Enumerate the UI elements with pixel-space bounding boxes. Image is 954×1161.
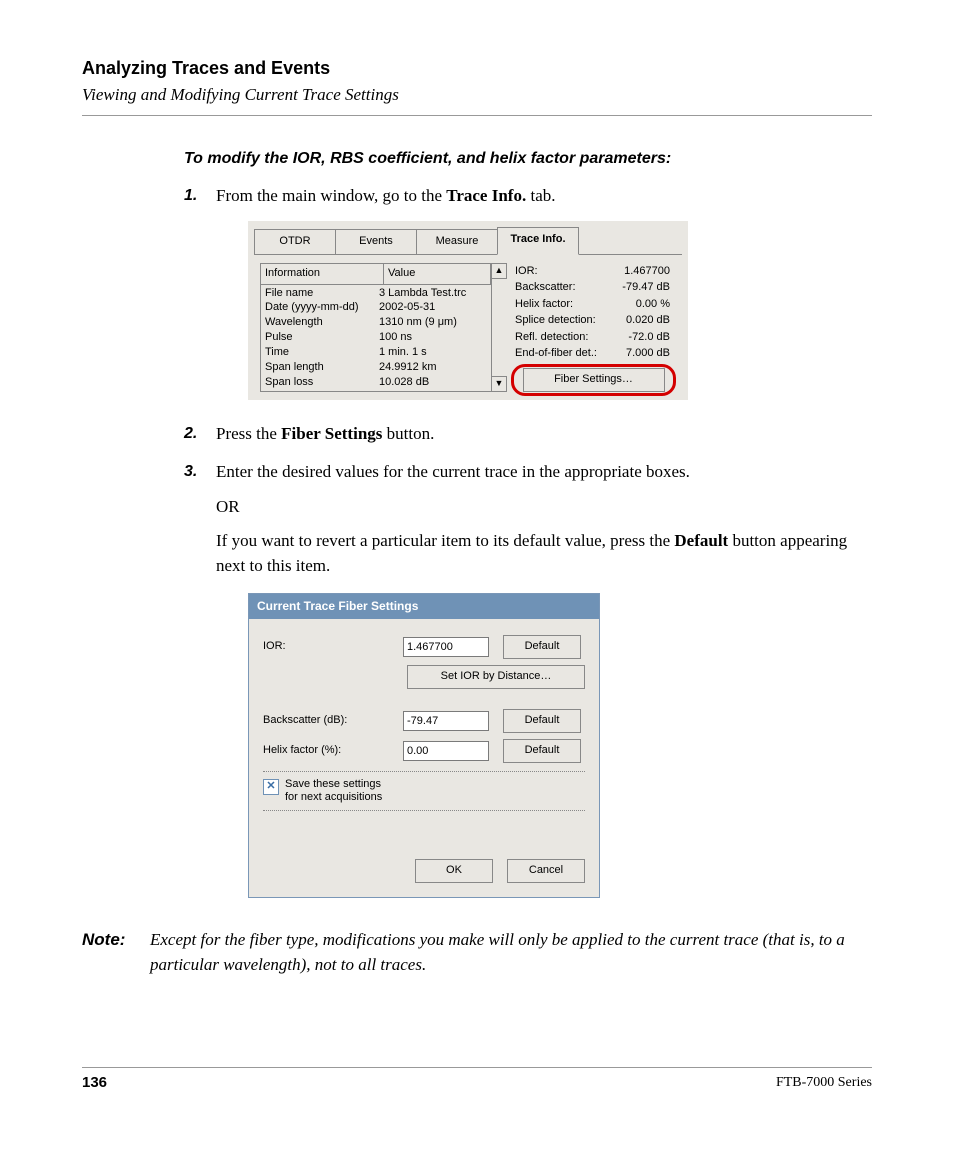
- cancel-button[interactable]: Cancel: [507, 859, 585, 883]
- value-col-header: Value: [384, 264, 491, 285]
- kv-key: Helix factor:: [515, 296, 615, 313]
- save-settings-label: Save these settings for next acquisition…: [285, 778, 382, 804]
- fiber-settings-dialog: Current Trace Fiber Settings IOR: Defaul…: [248, 593, 600, 898]
- kv-val: -72.0 dB: [615, 329, 670, 346]
- set-ior-by-distance-button[interactable]: Set IOR by Distance…: [407, 665, 585, 689]
- ior-default-button[interactable]: Default: [503, 635, 581, 659]
- table-row: Date (yyyy-mm-dd)2002-05-31: [261, 300, 491, 315]
- info-col-header: Information: [261, 264, 384, 285]
- dialog-title: Current Trace Fiber Settings: [249, 594, 599, 619]
- row-val: 2002-05-31: [379, 300, 487, 315]
- kv-row: Backscatter:-79.47 dB: [515, 279, 672, 296]
- tab-measure[interactable]: Measure: [416, 229, 498, 255]
- step-1: From the main window, go to the Trace In…: [184, 184, 872, 400]
- row-key: Span loss: [265, 375, 379, 390]
- kv-row: Splice detection:0.020 dB: [515, 312, 672, 329]
- row-val: 1 min. 1 s: [379, 345, 487, 360]
- step-1-text-c: tab.: [526, 186, 555, 205]
- step-2-text-c: button.: [382, 424, 434, 443]
- step-2: Press the Fiber Settings button.: [184, 422, 872, 447]
- ior-label: IOR:: [263, 639, 403, 655]
- note-label: Note:: [82, 928, 150, 977]
- backscatter-default-button[interactable]: Default: [503, 709, 581, 733]
- table-row: Wavelength1310 nm (9 μm): [261, 315, 491, 330]
- backscatter-input[interactable]: [403, 711, 489, 731]
- helix-label: Helix factor (%):: [263, 743, 403, 759]
- row-key: Span length: [265, 360, 379, 375]
- kv-key: End-of-fiber det.:: [515, 345, 615, 362]
- kv-val: 1.467700: [615, 263, 670, 280]
- table-row: Span length24.9912 km: [261, 360, 491, 375]
- kv-key: Splice detection:: [515, 312, 615, 329]
- row-key: Time: [265, 345, 379, 360]
- row-val: 3 Lambda Test.trc: [379, 286, 487, 301]
- or-text: OR: [216, 495, 872, 520]
- info-table: Information Value File name3 Lambda Test…: [260, 263, 492, 392]
- note-text: Except for the fiber type, modifications…: [150, 928, 872, 977]
- tab-otdr[interactable]: OTDR: [254, 229, 336, 255]
- product-line: FTB-7000 Series: [776, 1075, 872, 1091]
- page-number: 136: [82, 1074, 107, 1091]
- kv-val: 0.020 dB: [615, 312, 670, 329]
- kv-row: End-of-fiber det.:7.000 dB: [515, 345, 672, 362]
- trace-params-pane: IOR:1.467700 Backscatter:-79.47 dB Helix…: [505, 263, 676, 392]
- row-val: 1310 nm (9 μm): [379, 315, 487, 330]
- procedure-heading: To modify the IOR, RBS coefficient, and …: [184, 150, 872, 168]
- row-val: 24.9912 km: [379, 360, 487, 375]
- table-row: Time1 min. 1 s: [261, 345, 491, 360]
- kv-key: Refl. detection:: [515, 329, 615, 346]
- row-val: 10.028 dB: [379, 375, 487, 390]
- kv-row: Refl. detection:-72.0 dB: [515, 329, 672, 346]
- table-row: File name3 Lambda Test.trc: [261, 286, 491, 301]
- save-settings-label-line1: Save these settings: [285, 778, 381, 790]
- kv-key: Backscatter:: [515, 279, 615, 296]
- step-3-cont-bold: Default: [674, 531, 728, 550]
- kv-val: 7.000 dB: [615, 345, 670, 362]
- header-rule: [82, 115, 872, 116]
- row-key: File name: [265, 286, 379, 301]
- save-settings-label-line2: for next acquisitions: [285, 791, 382, 803]
- row-key: Pulse: [265, 330, 379, 345]
- step-3: Enter the desired values for the current…: [184, 460, 872, 898]
- tab-events[interactable]: Events: [335, 229, 417, 255]
- table-row: Pulse100 ns: [261, 330, 491, 345]
- trace-info-screenshot: OTDR Events Measure Trace Info. Informat…: [248, 221, 688, 400]
- save-settings-checkbox[interactable]: ✕: [263, 779, 279, 795]
- step-3-cont-a: If you want to revert a particular item …: [216, 531, 674, 550]
- row-key: Date (yyyy-mm-dd): [265, 300, 379, 315]
- backscatter-label: Backscatter (dB):: [263, 713, 403, 729]
- step-1-text-a: From the main window, go to the: [216, 186, 446, 205]
- fiber-settings-button[interactable]: Fiber Settings…: [523, 368, 665, 392]
- section-subtitle: Viewing and Modifying Current Trace Sett…: [82, 85, 872, 105]
- kv-row: Helix factor:0.00 %: [515, 296, 672, 313]
- page-footer: 136 FTB-7000 Series: [82, 1067, 872, 1091]
- kv-row: IOR:1.467700: [515, 263, 672, 280]
- helix-input[interactable]: [403, 741, 489, 761]
- step-3-text: Enter the desired values for the current…: [216, 462, 690, 481]
- tab-bar: OTDR Events Measure Trace Info.: [248, 221, 688, 255]
- step-2-text-a: Press the: [216, 424, 281, 443]
- scrollbar[interactable]: ▲ ▼: [491, 263, 505, 392]
- step-1-bold: Trace Info.: [446, 186, 526, 205]
- kv-val: -79.47 dB: [615, 279, 670, 296]
- ior-input[interactable]: [403, 637, 489, 657]
- table-row: Span loss10.028 dB: [261, 375, 491, 390]
- row-val: 100 ns: [379, 330, 487, 345]
- note-block: Note: Except for the fiber type, modific…: [82, 928, 872, 977]
- chapter-title: Analyzing Traces and Events: [82, 58, 872, 79]
- kv-val: 0.00 %: [615, 296, 670, 313]
- kv-key: IOR:: [515, 263, 615, 280]
- step-2-bold: Fiber Settings: [281, 424, 382, 443]
- row-key: Wavelength: [265, 315, 379, 330]
- helix-default-button[interactable]: Default: [503, 739, 581, 763]
- ok-button[interactable]: OK: [415, 859, 493, 883]
- tab-trace-info[interactable]: Trace Info.: [497, 227, 579, 255]
